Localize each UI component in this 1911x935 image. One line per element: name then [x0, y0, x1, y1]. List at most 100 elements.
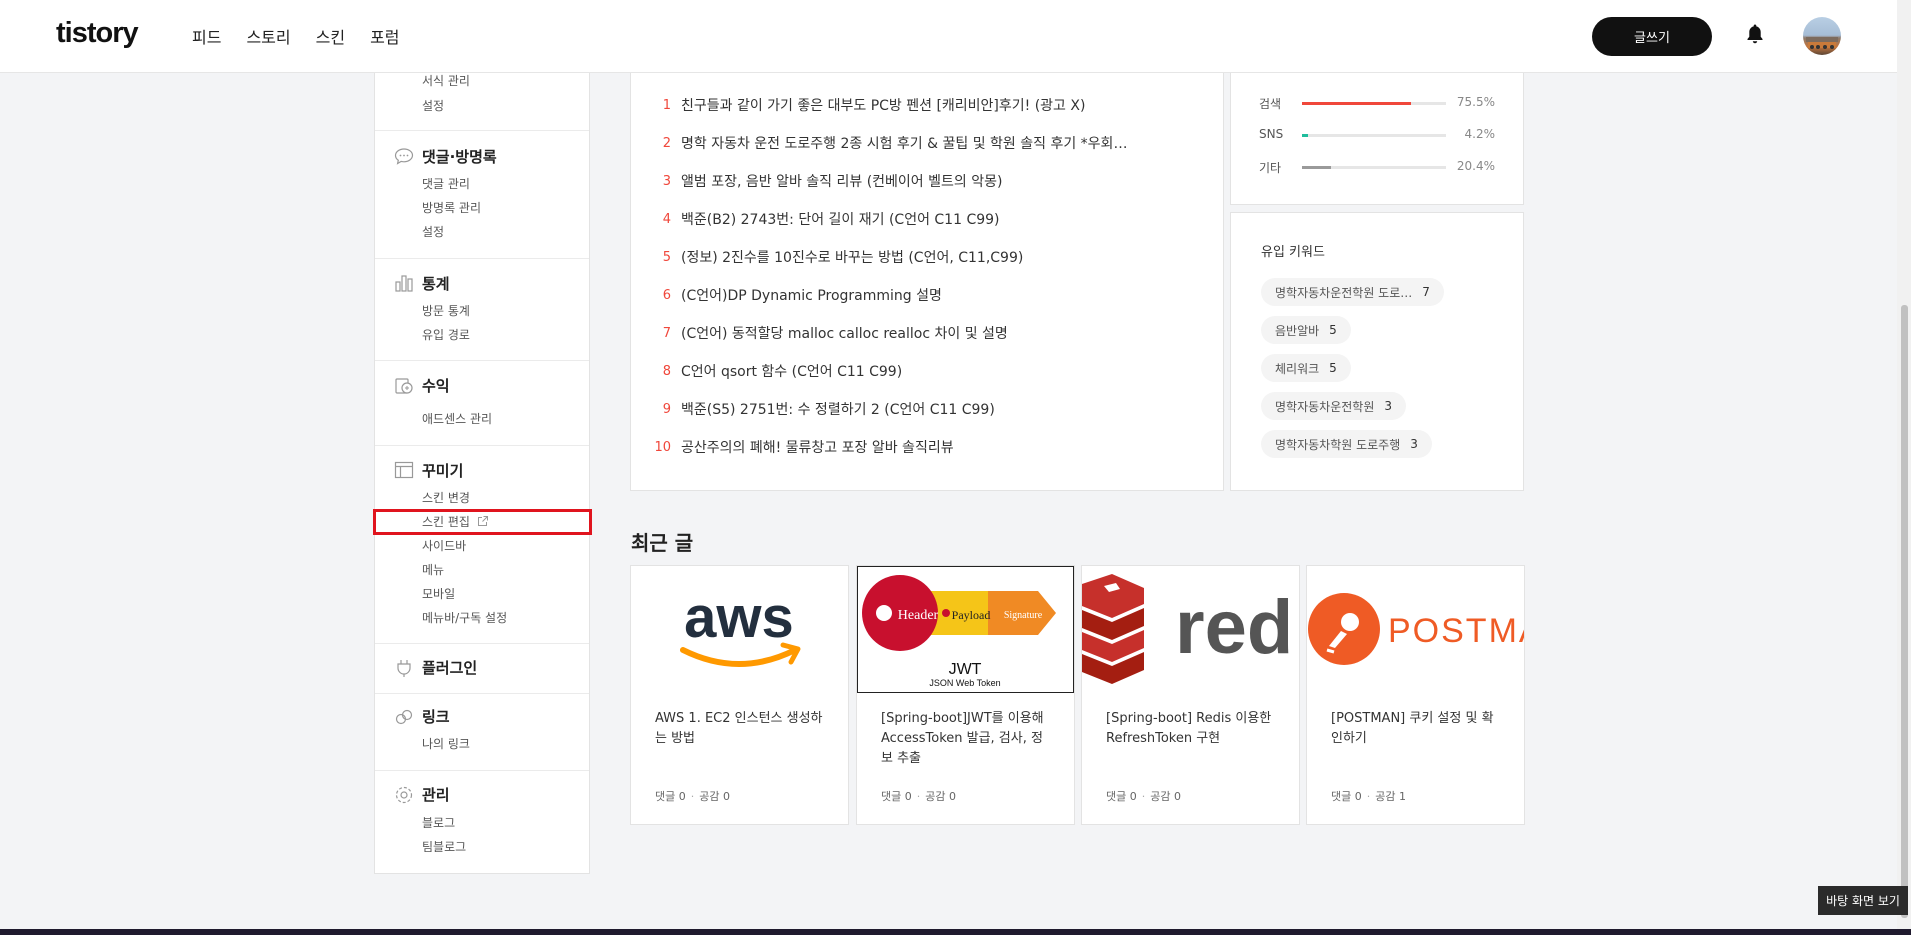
keyword-text: 체리워크	[1275, 361, 1320, 376]
popular-post-title[interactable]: C언어 qsort 함수 (C언어 C11 C99)	[681, 361, 902, 381]
jwt-payload-text: Payload	[952, 608, 991, 622]
post-thumbnail-aws: aws	[631, 566, 848, 693]
popular-post-title[interactable]: 앨범 포장, 음반 알바 솔직 리뷰 (컨베이어 벨트의 악몽)	[681, 171, 1002, 191]
inflow-value: 4.2%	[1464, 127, 1496, 141]
sidebar-item-menu[interactable]: 메뉴	[422, 561, 444, 578]
popular-post-title[interactable]: (C언어)DP Dynamic Programming 설명	[681, 285, 942, 305]
link-icon	[394, 707, 414, 727]
popular-post-title[interactable]: 백준(S5) 2751번: 수 정렬하기 2 (C언어 C11 C99)	[681, 399, 995, 419]
sidebar-item-format[interactable]: 서식 관리	[422, 72, 470, 89]
skin-edit-highlight	[373, 509, 592, 535]
layout-icon	[394, 461, 414, 479]
sidebar-group-revenue[interactable]: 수익	[422, 375, 450, 396]
sidebar-group-link[interactable]: 링크	[422, 706, 450, 727]
popular-post-row[interactable]: 9 백준(S5) 2751번: 수 정렬하기 2 (C언어 C11 C99)	[631, 399, 995, 419]
sidebar-item-blog[interactable]: 블로그	[422, 814, 455, 831]
popular-post-title[interactable]: 공산주의의 폐해! 물류창고 포장 알바 솔직리뷰	[681, 437, 954, 457]
keyword-text: 명학자동차학원 도로주행	[1275, 437, 1401, 452]
comment-count: 댓글 0	[1106, 790, 1137, 803]
desktop-view-button[interactable]: 바탕 화면 보기	[1818, 886, 1908, 915]
inflow-bar	[1302, 166, 1446, 169]
popular-post-title[interactable]: 친구들과 같이 가기 좋은 대부도 PC방 펜션 [캐리비안]후기! (광고 X…	[681, 95, 1085, 115]
scrollbar-thumb[interactable]	[1901, 305, 1908, 918]
rank-number: 10	[654, 439, 671, 455]
sidebar-item-my-link[interactable]: 나의 링크	[422, 735, 470, 752]
post-title[interactable]: [Spring-boot]JWT를 이용해 AccessToken 발급, 검사…	[881, 709, 1053, 769]
rank-number: 6	[662, 287, 671, 303]
rank-number: 5	[662, 249, 671, 265]
recent-post-card[interactable]: Header Payload Signature JWT JSON Web To…	[856, 565, 1075, 825]
inflow-label: 기타	[1259, 161, 1282, 175]
popular-post-row[interactable]: 2 명학 자동차 운전 도로주행 2종 시험 후기 & 꿀팁 및 학원 솔직 후기…	[631, 133, 1136, 153]
inflow-bar	[1302, 134, 1446, 137]
inflow-bar-fill	[1302, 134, 1309, 137]
keywords-title: 유입 키워드	[1261, 245, 1325, 260]
post-thumbnail-postman: POSTMAN	[1307, 566, 1524, 693]
popular-post-row[interactable]: 1 친구들과 같이 가기 좋은 대부도 PC방 펜션 [캐리비안]후기! (광고 …	[631, 95, 1086, 115]
bell-icon[interactable]	[1747, 24, 1763, 44]
divider	[375, 130, 589, 131]
divider	[375, 770, 589, 771]
sidebar-item-settings[interactable]: 설정	[422, 97, 444, 114]
popular-post-title[interactable]: 백준(B2) 2743번: 단어 길이 재기 (C언어 C11 C99)	[681, 209, 1000, 229]
popular-post-row[interactable]: 7 (C언어) 동적할당 malloc calloc realloc 차이 및 설…	[631, 323, 1008, 343]
like-count: 공감 1	[1375, 790, 1406, 803]
sidebar-item-mobile[interactable]: 모바일	[422, 585, 455, 602]
popular-post-row[interactable]: 6 (C언어)DP Dynamic Programming 설명	[631, 285, 942, 305]
post-meta: 댓글 0 · 공감 0	[1106, 790, 1181, 803]
keyword-chip[interactable]: 명학자동차운전학원 3	[1261, 392, 1407, 420]
nav-forum[interactable]: 포럼	[370, 24, 399, 48]
sidebar-group-manage[interactable]: 관리	[422, 784, 450, 805]
recent-post-card[interactable]: aws AWS 1. EC2 인스턴스 생성하는 방법 댓글 0 · 공감 0	[630, 565, 849, 825]
tistory-logo[interactable]: tistory	[56, 17, 139, 50]
inflow-row-sns: SNS 4.2%	[1259, 127, 1495, 143]
post-title[interactable]: [POSTMAN] 쿠키 설정 및 확인하기	[1331, 709, 1503, 749]
rank-number: 7	[662, 325, 671, 341]
sidebar-item-inflow[interactable]: 유입 경로	[422, 326, 470, 343]
top-header: tistory 피드 스토리 스킨 포럼 글쓰기	[0, 0, 1911, 73]
sidebar-item-guestbook-manage[interactable]: 방명록 관리	[422, 199, 481, 216]
popular-post-title[interactable]: (정보) 2진수를 10진수로 바꾸는 방법 (C언어, C11,C99)	[681, 247, 1023, 267]
sidebar-item-visit-stats[interactable]: 방문 통계	[422, 302, 470, 319]
inflow-label: 검색	[1259, 97, 1282, 111]
recent-post-card[interactable]: POSTMAN [POSTMAN] 쿠키 설정 및 확인하기 댓글 0·공감 1	[1306, 565, 1525, 825]
nav-feed[interactable]: 피드	[192, 24, 221, 48]
nav-skin[interactable]: 스킨	[316, 24, 345, 48]
popular-post-row[interactable]: 5 (정보) 2진수를 10진수로 바꾸는 방법 (C언어, C11,C99)	[631, 247, 1024, 267]
popular-post-title[interactable]: 명학 자동차 운전 도로주행 2종 시험 후기 & 꿀팁 및 학원 솔직 후기 …	[681, 133, 1136, 153]
sidebar-group-comments[interactable]: 댓글·방명록	[422, 146, 497, 167]
keyword-chip[interactable]: 체리워크 5	[1261, 354, 1351, 382]
keyword-chip[interactable]: 음반알바 5	[1261, 316, 1351, 344]
sidebar-item-comment-manage[interactable]: 댓글 관리	[422, 175, 470, 192]
recent-post-card[interactable]: red [Spring-boot] Redis 이용한 RefreshToken…	[1081, 565, 1300, 825]
sidebar-item-skin-change[interactable]: 스킨 변경	[422, 489, 470, 506]
divider	[375, 445, 589, 446]
redis-logo-text: red	[1175, 585, 1293, 670]
post-thumbnail-redis: red	[1082, 566, 1299, 693]
sidebar-item-menubar[interactable]: 메뉴바/구독 설정	[422, 609, 507, 626]
sidebar-item-sidebar[interactable]: 사이드바	[422, 537, 466, 554]
post-title[interactable]: AWS 1. EC2 인스턴스 생성하는 방법	[655, 709, 827, 749]
postman-logo-text: POSTMAN	[1388, 612, 1524, 650]
popular-post-row[interactable]: 3 앨범 포장, 음반 알바 솔직 리뷰 (컨베이어 벨트의 악몽)	[631, 171, 1003, 191]
sidebar-group-plugin[interactable]: 플러그인	[422, 657, 477, 678]
popular-post-row[interactable]: 8 C언어 qsort 함수 (C언어 C11 C99)	[631, 361, 902, 381]
rank-number: 4	[662, 211, 671, 227]
write-button[interactable]: 글쓰기	[1592, 17, 1712, 56]
sidebar-group-decorate[interactable]: 꾸미기	[422, 460, 463, 481]
like-count: 공감 0	[1150, 790, 1181, 803]
sidebar-item-comment-settings[interactable]: 설정	[422, 223, 444, 240]
keyword-chip[interactable]: 명학자동차학원 도로주행 3	[1261, 430, 1432, 458]
popular-post-title[interactable]: (C언어) 동적할당 malloc calloc realloc 차이 및 설명	[681, 323, 1008, 343]
rank-number: 3	[662, 173, 671, 189]
popular-post-row[interactable]: 10 공산주의의 폐해! 물류창고 포장 알바 솔직리뷰	[631, 437, 954, 457]
nav-story[interactable]: 스토리	[246, 24, 290, 48]
avatar[interactable]	[1803, 17, 1841, 55]
post-title[interactable]: [Spring-boot] Redis 이용한 RefreshToken 구현	[1106, 709, 1278, 749]
popular-post-row[interactable]: 4 백준(B2) 2743번: 단어 길이 재기 (C언어 C11 C99)	[631, 209, 1000, 229]
sidebar-item-team-blog[interactable]: 팀블로그	[422, 838, 466, 855]
keywords-panel: 유입 키워드 명학자동차운전학원 도로… 7 음반알바 5 체리워크 5 명학자동차운…	[1230, 212, 1524, 491]
sidebar-group-stats[interactable]: 통계	[422, 273, 450, 294]
keyword-chip[interactable]: 명학자동차운전학원 도로… 7	[1261, 278, 1444, 306]
sidebar-item-adsense[interactable]: 애드센스 관리	[422, 410, 492, 427]
